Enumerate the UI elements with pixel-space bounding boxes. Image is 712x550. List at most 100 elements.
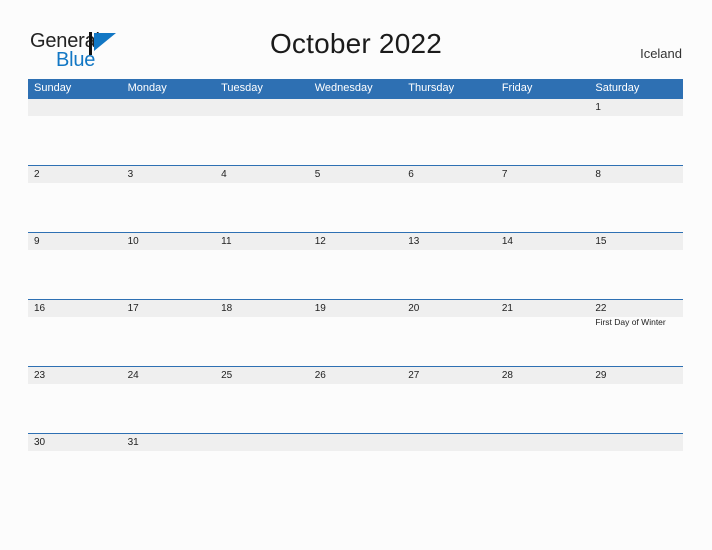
day-cell-empty xyxy=(309,99,403,165)
day-number: 23 xyxy=(34,370,46,381)
day-number: 18 xyxy=(221,303,233,314)
day-cell[interactable]: 24 xyxy=(122,367,216,433)
day-cell[interactable]: 9 xyxy=(28,233,122,299)
day-number: 15 xyxy=(595,236,607,247)
day-cell[interactable]: 21 xyxy=(496,300,590,366)
week-day-cells: 23 24 25 26 27 28 29 xyxy=(28,367,683,433)
day-number: 28 xyxy=(501,370,513,381)
day-cell[interactable]: 2 xyxy=(28,166,122,232)
day-number: 19 xyxy=(314,303,326,314)
day-cell[interactable]: 19 xyxy=(309,300,403,366)
day-cell[interactable]: 28 xyxy=(496,367,590,433)
day-cell-empty xyxy=(215,99,309,165)
day-number: 25 xyxy=(221,370,233,381)
week-row: 16 17 18 19 20 21 22 First Day of Winter xyxy=(28,299,683,366)
week-row: 9 10 11 12 13 14 15 xyxy=(28,232,683,299)
day-number: 26 xyxy=(314,370,326,381)
monthly-calendar-grid: Sunday Monday Tuesday Wednesday Thursday… xyxy=(28,79,683,458)
day-cell[interactable]: 12 xyxy=(309,233,403,299)
day-number: 12 xyxy=(314,236,326,247)
day-number: 29 xyxy=(595,370,607,381)
week-day-cells: 9 10 11 12 13 14 15 xyxy=(28,233,683,299)
day-cell-empty xyxy=(402,99,496,165)
day-cell[interactable]: 4 xyxy=(215,166,309,232)
day-number: 4 xyxy=(221,169,227,180)
day-cell[interactable]: 30 xyxy=(28,434,122,500)
day-cell[interactable]: 10 xyxy=(122,233,216,299)
weekday-monday: Monday xyxy=(127,82,167,94)
day-cell-empty xyxy=(309,434,403,500)
day-number: 14 xyxy=(501,236,513,247)
day-number: 11 xyxy=(221,236,232,247)
weekday-wednesday: Wednesday xyxy=(314,82,373,94)
week-row: 1 xyxy=(28,98,683,165)
day-cell[interactable]: 18 xyxy=(215,300,309,366)
day-number: 16 xyxy=(34,303,46,314)
day-cell[interactable]: 22 First Day of Winter xyxy=(589,300,683,366)
day-cell[interactable]: 5 xyxy=(309,166,403,232)
page-title: October 2022 xyxy=(269,28,443,59)
day-cell[interactable]: 1 xyxy=(589,99,683,165)
day-cell[interactable]: 6 xyxy=(402,166,496,232)
weekday-sunday: Sunday xyxy=(34,82,72,94)
day-cell[interactable]: 26 xyxy=(309,367,403,433)
day-number: 5 xyxy=(314,169,321,180)
day-cell-empty xyxy=(215,434,309,500)
day-number: 30 xyxy=(34,437,46,448)
day-number: 6 xyxy=(408,169,414,180)
day-number: 24 xyxy=(127,370,139,381)
day-cell-empty xyxy=(28,99,122,165)
weekday-thursday: Thursday xyxy=(408,82,455,94)
day-cell[interactable]: 29 xyxy=(589,367,683,433)
day-number: 7 xyxy=(501,169,508,180)
day-events: First Day of Winter xyxy=(595,317,683,328)
weekday-friday: Friday xyxy=(501,82,533,94)
day-cell-empty xyxy=(496,99,590,165)
day-cell[interactable]: 7 xyxy=(496,166,590,232)
day-cell[interactable]: 23 xyxy=(28,367,122,433)
week-row: 30 31 xyxy=(28,433,683,458)
week-day-cells: 30 31 xyxy=(28,434,683,454)
day-cell[interactable]: 16 xyxy=(28,300,122,366)
day-cell[interactable]: 8 xyxy=(589,166,683,232)
day-number: 13 xyxy=(408,236,420,247)
day-number: 22 xyxy=(595,303,607,314)
day-number: 20 xyxy=(408,303,420,314)
day-cell[interactable]: 13 xyxy=(402,233,496,299)
holiday-label: First Day of Winter xyxy=(595,317,666,327)
day-number: 27 xyxy=(408,370,420,381)
week-row: 23 24 25 26 27 28 29 xyxy=(28,366,683,433)
weekday-tuesday: Tuesday xyxy=(221,82,263,94)
country-label: Iceland xyxy=(640,46,682,61)
day-cell[interactable]: 17 xyxy=(122,300,216,366)
day-number: 21 xyxy=(501,303,513,314)
day-number: 17 xyxy=(127,303,139,314)
day-number: 10 xyxy=(127,236,139,247)
weekday-saturday: Saturday xyxy=(595,82,640,94)
page-header: General Blue October 2022 Iceland xyxy=(0,0,712,79)
day-cell[interactable]: 31 xyxy=(122,434,216,500)
week-day-cells: 2 3 4 5 6 7 8 xyxy=(28,166,683,232)
day-cell-empty xyxy=(496,434,590,500)
day-cell-empty xyxy=(589,434,683,500)
weeks-container: 1 2 3 4 5 6 7 8 9 10 11 12 13 14 15 16 17 18 19 20 21 22 First… xyxy=(28,98,683,458)
weekday-header-row: Sunday Monday Tuesday Wednesday Thursday… xyxy=(28,79,683,98)
week-day-cells: 16 17 18 19 20 21 22 First Day of Winter xyxy=(28,300,683,366)
day-cell[interactable]: 15 xyxy=(589,233,683,299)
day-cell[interactable]: 20 xyxy=(402,300,496,366)
day-number: 9 xyxy=(34,236,40,247)
day-number: 31 xyxy=(127,437,139,448)
day-cell[interactable]: 25 xyxy=(215,367,309,433)
day-number: 1 xyxy=(595,102,601,113)
day-cell[interactable]: 27 xyxy=(402,367,496,433)
day-number: 2 xyxy=(34,169,40,180)
day-number: 3 xyxy=(127,169,134,180)
day-cell[interactable]: 11 xyxy=(215,233,309,299)
week-row: 2 3 4 5 6 7 8 xyxy=(28,165,683,232)
week-day-cells: 1 xyxy=(28,99,683,165)
day-cell-empty xyxy=(122,99,216,165)
day-number: 8 xyxy=(595,169,601,180)
day-cell[interactable]: 3 xyxy=(122,166,216,232)
day-cell[interactable]: 14 xyxy=(496,233,590,299)
day-cell-empty xyxy=(402,434,496,500)
